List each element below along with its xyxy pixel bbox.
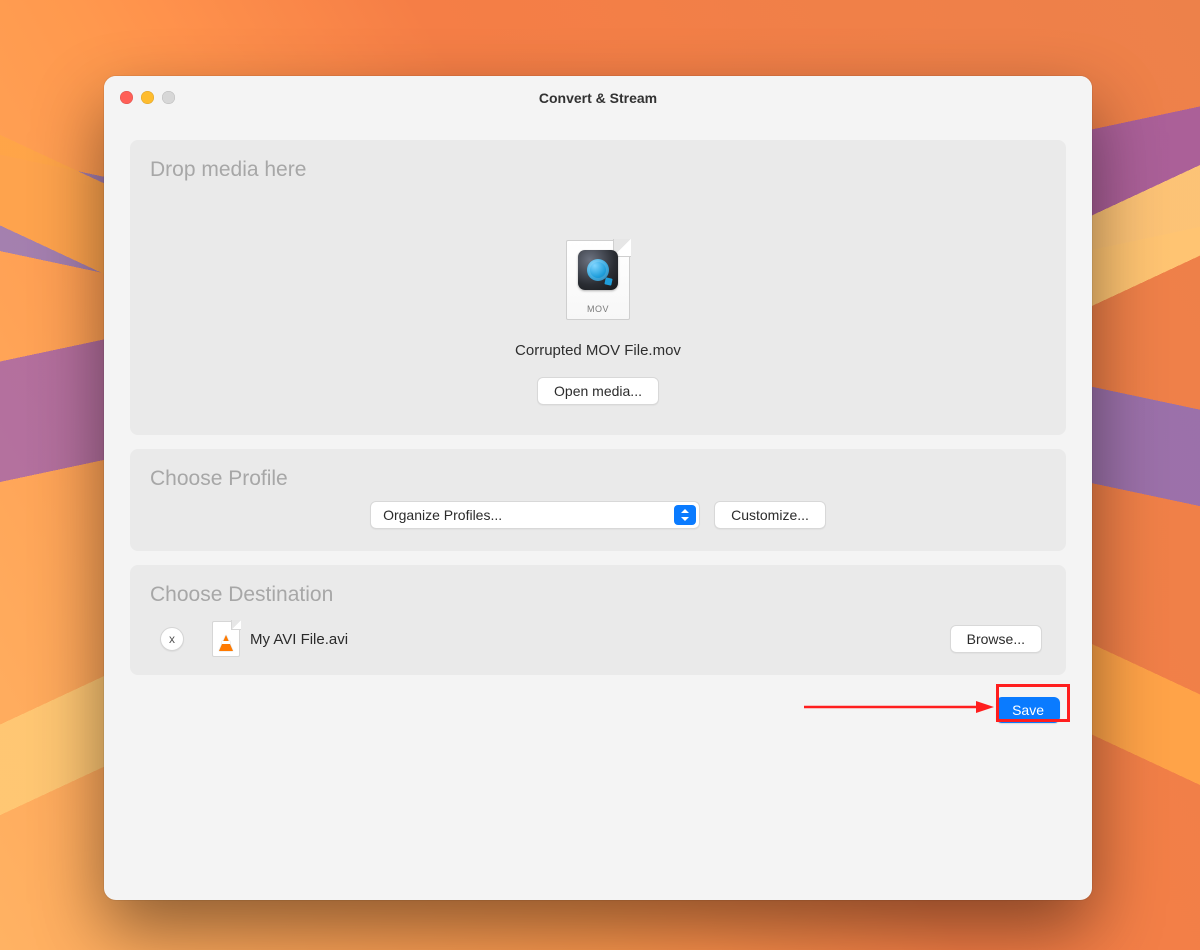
choose-profile-panel: Choose Profile Organize Profiles... Cust… [130, 449, 1066, 551]
open-media-button[interactable]: Open media... [537, 377, 659, 405]
vlc-file-icon [212, 621, 240, 657]
window-title: Convert & Stream [539, 90, 657, 106]
profile-select-value: Organize Profiles... [383, 507, 502, 523]
annotation-arrow-icon [804, 699, 994, 715]
file-type-tag: MOV [566, 304, 630, 314]
browse-button[interactable]: Browse... [950, 625, 1042, 653]
destination-filename: My AVI File.avi [250, 631, 348, 648]
window-minimize-button[interactable] [141, 91, 154, 104]
quicktime-icon [578, 250, 618, 290]
window-body: Drop media here MOV Corrupted MOV File.m… [104, 120, 1092, 741]
profile-select[interactable]: Organize Profiles... [370, 501, 700, 529]
window-close-button[interactable] [120, 91, 133, 104]
convert-stream-window: Convert & Stream Drop media here MOV Cor… [104, 76, 1092, 900]
drop-media-content: MOV Corrupted MOV File.mov Open media... [150, 192, 1046, 413]
destination-row: x My AVI File.avi Browse... [150, 617, 1046, 657]
clear-destination-button[interactable]: x [160, 627, 184, 651]
dropped-filename: Corrupted MOV File.mov [515, 342, 681, 359]
select-stepper-icon [674, 505, 696, 525]
choose-destination-panel: Choose Destination x My AVI File.avi Bro… [130, 565, 1066, 675]
window-traffic-lights [120, 91, 175, 104]
window-titlebar: Convert & Stream [104, 76, 1092, 120]
mov-file-icon: MOV [566, 240, 630, 320]
choose-destination-heading: Choose Destination [150, 583, 1046, 607]
drop-media-heading: Drop media here [150, 158, 1046, 182]
drop-media-panel[interactable]: Drop media here MOV Corrupted MOV File.m… [130, 140, 1066, 435]
destination-file: My AVI File.avi [212, 621, 934, 657]
dialog-footer: Save [130, 689, 1066, 723]
window-zoom-button[interactable] [162, 91, 175, 104]
choose-profile-heading: Choose Profile [150, 467, 1046, 491]
customize-button[interactable]: Customize... [714, 501, 826, 529]
profile-row: Organize Profiles... Customize... [150, 501, 1046, 529]
save-button[interactable]: Save [996, 697, 1060, 723]
